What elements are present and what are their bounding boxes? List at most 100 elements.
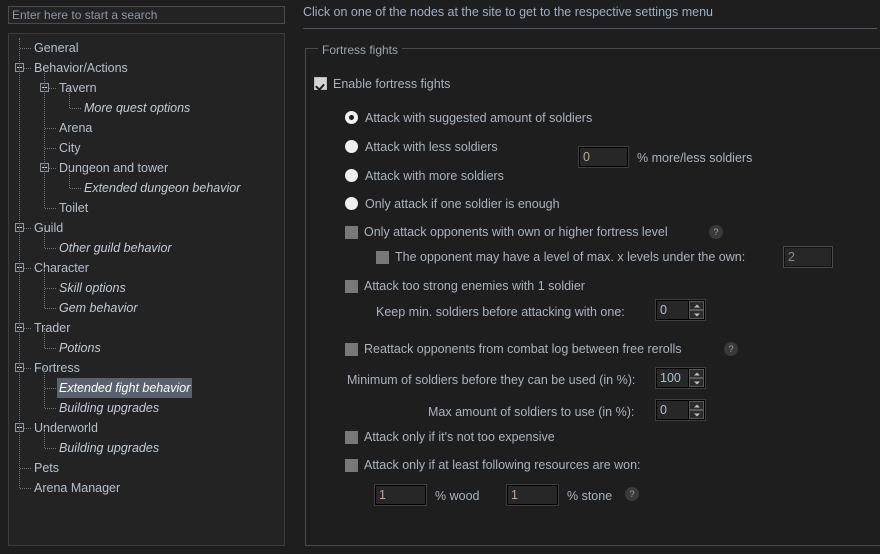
tree-item-label: City xyxy=(59,141,81,155)
radio-suggested-amount-label: Attack with suggested amount of soldiers xyxy=(365,111,593,125)
spin-down-icon[interactable] xyxy=(689,410,704,419)
tree-item[interactable]: Tavern xyxy=(9,78,284,98)
tree-item-label: Underworld xyxy=(34,421,98,435)
stone-percent-input[interactable] xyxy=(506,484,559,506)
tree-item-label: Skill options xyxy=(59,281,126,295)
keep-min-soldiers-spinner[interactable]: 0 xyxy=(655,299,706,321)
tree-item[interactable]: More quest options xyxy=(9,98,284,118)
spin-down-icon[interactable] xyxy=(689,310,704,319)
radio-more-soldiers-label: Attack with more soldiers xyxy=(365,169,504,183)
spin-up-icon[interactable] xyxy=(689,369,704,378)
tree-item-label: Building upgrades xyxy=(59,441,160,455)
tree-item-label: Character xyxy=(34,261,89,275)
tree-item[interactable]: Extended dungeon behavior xyxy=(9,178,284,198)
search-input[interactable] xyxy=(8,6,285,24)
tree-item[interactable]: Behavior/Actions xyxy=(9,58,284,78)
max-levels-under-label: The opponent may have a level of max. x … xyxy=(395,250,746,264)
tree-item-label: Arena xyxy=(59,121,93,135)
tree-connector-horizontal xyxy=(70,188,81,190)
least-resources-won-checkbox[interactable] xyxy=(345,459,358,472)
tree-item[interactable]: Trader xyxy=(9,318,284,338)
tree-item[interactable]: Building upgrades xyxy=(9,438,284,458)
navigation-pane: General Behavior/Actions Tavern More quest … xyxy=(0,0,294,554)
max-levels-under-checkbox[interactable] xyxy=(376,251,389,264)
more-less-soldiers-input[interactable] xyxy=(578,146,629,168)
max-soldiers-percent-label: Max amount of soldiers to use (in %): xyxy=(428,405,635,419)
tree-connector-horizontal xyxy=(20,48,31,50)
tree-item-label: Fortress xyxy=(34,361,80,375)
radio-suggested-amount[interactable] xyxy=(345,111,358,124)
tree-connector-horizontal xyxy=(45,448,56,450)
tree-item[interactable]: Character xyxy=(9,258,284,278)
keep-min-soldiers-spin-buttons[interactable] xyxy=(688,301,704,319)
tree-item-label: Other guild behavior xyxy=(59,241,172,255)
tree-item[interactable]: Underworld xyxy=(9,418,284,438)
tree-item[interactable]: Dungeon and tower xyxy=(9,158,284,178)
own-or-higher-level-help-icon[interactable]: ? xyxy=(709,225,723,239)
tree-item[interactable]: Skill options xyxy=(9,278,284,298)
radio-less-soldiers[interactable] xyxy=(345,140,358,153)
minimum-soldiers-percent-spinner[interactable]: 100 xyxy=(655,367,706,389)
tree-item[interactable]: Guild xyxy=(9,218,284,238)
tree-item[interactable]: Fortress xyxy=(9,358,284,378)
tree-item-label: Toilet xyxy=(59,201,89,215)
enable-fortress-fights-label: Enable fortress fights xyxy=(333,77,451,91)
tree-item[interactable]: General xyxy=(9,38,284,58)
more-less-soldiers-label: % more/less soldiers xyxy=(637,151,753,165)
tree-item-label: Building upgrades xyxy=(59,401,160,415)
tree-connector-horizontal xyxy=(45,208,56,210)
reattack-from-log-checkbox[interactable] xyxy=(345,343,358,356)
own-or-higher-level-checkbox[interactable] xyxy=(345,226,358,239)
minimum-soldiers-percent-value[interactable]: 100 xyxy=(657,369,688,387)
tree-item[interactable]: Toilet xyxy=(9,198,284,218)
tree-item[interactable]: Pets xyxy=(9,458,284,478)
not-too-expensive-checkbox[interactable] xyxy=(345,431,358,444)
spin-up-icon[interactable] xyxy=(689,301,704,310)
tree-item[interactable]: Extended fight behavior xyxy=(9,378,284,398)
header-divider xyxy=(303,28,877,29)
tree-item-label: Guild xyxy=(34,221,64,235)
minimum-soldiers-spin-buttons[interactable] xyxy=(688,369,704,387)
max-soldiers-spin-buttons[interactable] xyxy=(688,401,704,419)
tree-connector-vertical xyxy=(44,368,46,408)
tree-item-label: Potions xyxy=(59,341,101,355)
settings-tree[interactable]: General Behavior/Actions Tavern More quest … xyxy=(8,33,285,546)
tree-connector-horizontal xyxy=(45,248,56,250)
tree-item[interactable]: Gem behavior xyxy=(9,298,284,318)
spin-down-icon[interactable] xyxy=(689,378,704,387)
stone-percent-label: % stone xyxy=(567,489,613,503)
reattack-from-log-help-icon[interactable]: ? xyxy=(724,342,738,356)
tree-connector-vertical xyxy=(44,428,46,448)
max-levels-under-input[interactable] xyxy=(783,246,833,268)
tree-connector-vertical xyxy=(44,228,46,248)
tree-connector-horizontal xyxy=(45,128,56,130)
tree-item[interactable]: Arena Manager xyxy=(9,478,284,498)
max-soldiers-percent-value[interactable]: 0 xyxy=(657,401,688,419)
tree-connector-horizontal xyxy=(45,288,56,290)
wood-percent-label: % wood xyxy=(435,489,480,503)
tree-item[interactable]: Other guild behavior xyxy=(9,238,284,258)
tree-item-label: Gem behavior xyxy=(59,301,138,315)
tree-item-label: General xyxy=(34,41,79,55)
resources-help-icon[interactable]: ? xyxy=(625,487,639,501)
tree-connector-horizontal xyxy=(70,108,81,110)
attack-too-strong-checkbox[interactable] xyxy=(345,280,358,293)
spin-up-icon[interactable] xyxy=(689,401,704,410)
radio-more-soldiers[interactable] xyxy=(345,169,358,182)
enable-fortress-fights-checkbox[interactable] xyxy=(314,77,327,90)
radio-one-soldier-enough[interactable] xyxy=(345,197,358,210)
tree-item[interactable]: Arena xyxy=(9,118,284,138)
tree-item-label: Extended fight behavior xyxy=(57,378,193,398)
minimum-soldiers-percent-label: Minimum of soldiers before they can be u… xyxy=(347,373,636,387)
max-soldiers-percent-spinner[interactable]: 0 xyxy=(655,399,706,421)
tree-item-label: Extended dungeon behavior xyxy=(84,181,241,195)
groupbox-title: Fortress fights xyxy=(318,44,403,56)
wood-percent-input[interactable] xyxy=(374,484,427,506)
keep-min-soldiers-value[interactable]: 0 xyxy=(657,301,688,319)
instruction-text: Click on one of the nodes at the site to… xyxy=(303,5,713,19)
tree-item[interactable]: Potions xyxy=(9,338,284,358)
tree-item[interactable]: City xyxy=(9,138,284,158)
tree-item[interactable]: Building upgrades xyxy=(9,398,284,418)
tree-item-label: Trader xyxy=(34,321,71,335)
tree-connector-horizontal xyxy=(45,388,56,390)
